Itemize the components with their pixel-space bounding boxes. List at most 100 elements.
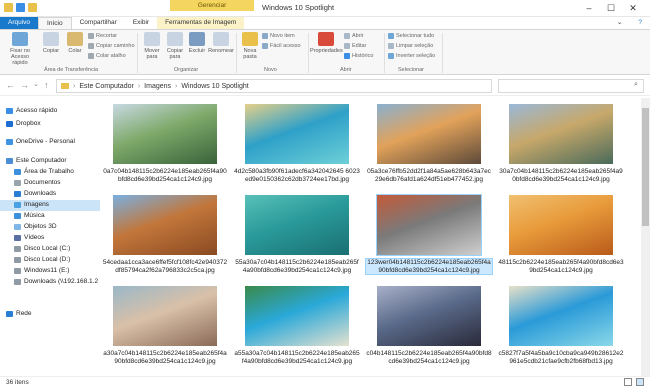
group-label-select: Selecionar	[398, 67, 424, 73]
copy-path-button[interactable]: Copiar caminho	[88, 43, 135, 49]
nav-item-label: Rede	[16, 310, 32, 317]
up-icon[interactable]: ↑	[44, 79, 49, 91]
nav-item[interactable]: Windows11 (E:)	[0, 266, 100, 277]
minimize-icon[interactable]: –	[582, 2, 596, 14]
chevron-down-icon[interactable]: ⌄	[609, 17, 630, 29]
file-thumbnail[interactable]	[113, 286, 217, 346]
nav-item[interactable]: Acesso rápido	[0, 106, 100, 117]
nav-item[interactable]: Disco Local (C:)	[0, 244, 100, 255]
nav-item-icon	[6, 158, 13, 165]
nav-item[interactable]: Vídeos	[0, 233, 100, 244]
nav-item-label: Objetos 3D	[24, 223, 57, 230]
close-icon[interactable]: ✕	[626, 2, 640, 14]
address-bar[interactable]: › Este Computador › Imagens › Windows 10…	[56, 79, 492, 93]
group-label-new: Novo	[264, 67, 277, 73]
tab-share[interactable]: Compartilhar	[72, 17, 125, 29]
breadcrumb-pictures[interactable]: Imagens	[144, 83, 171, 90]
open-button[interactable]: Abrir	[344, 33, 364, 39]
nav-item[interactable]: Área de Trabalho	[0, 167, 100, 178]
nav-item-label: Downloads	[24, 190, 57, 197]
file-name[interactable]: c5827f7a5f4a5ba9c10cba9ca949b28612e2961e…	[498, 350, 624, 365]
contextual-tab-manage[interactable]: Gerenciar	[170, 0, 254, 11]
breadcrumb-spotlight[interactable]: Windows 10 Spotlight	[181, 83, 248, 90]
maximize-icon[interactable]: ☐	[604, 2, 618, 14]
rename-button[interactable]: Renomear	[208, 32, 234, 54]
nav-item[interactable]: Objetos 3D	[0, 222, 100, 233]
file-thumbnail[interactable]	[509, 286, 613, 346]
nav-item[interactable]: Downloads (\\192.168.1.2	[0, 277, 100, 288]
nav-item[interactable]: Este Computador	[0, 156, 100, 167]
file-thumbnail[interactable]	[245, 104, 349, 164]
nav-item-icon	[6, 311, 13, 318]
paste-shortcut-button[interactable]: Colar atalho	[88, 53, 126, 59]
properties-icon[interactable]	[16, 3, 25, 12]
file-thumbnail[interactable]	[245, 195, 349, 255]
file-name[interactable]: c04b148115c2b6224e185eab265f4a90bfd8cd6e…	[366, 350, 492, 365]
properties-button[interactable]: Propriedades	[310, 32, 343, 54]
file-name[interactable]: a30a7c04b148115c2b6224e185eab265f4a90bfd…	[102, 350, 228, 365]
nav-item[interactable]: OneDrive - Personal	[0, 137, 100, 148]
details-view-icon[interactable]	[624, 378, 632, 386]
nav-item[interactable]: Imagens	[0, 200, 100, 211]
copy-icon	[43, 32, 59, 46]
file-name[interactable]: 30a7c04b148115c2b6224e185eab265f4a90bfd8…	[498, 168, 624, 183]
nav-item[interactable]: Dropbox	[0, 119, 100, 130]
recent-locations-icon[interactable]: ⌄	[33, 79, 39, 91]
history-button[interactable]: Histórico	[344, 53, 373, 59]
invert-selection-button[interactable]: Inverter seleção	[388, 53, 435, 59]
tab-view[interactable]: Exibir	[125, 17, 157, 29]
tab-file[interactable]: Arquivo	[0, 17, 39, 29]
file-thumbnail[interactable]	[376, 194, 482, 256]
edit-button[interactable]: Editar	[344, 43, 366, 49]
nav-item[interactable]: Música	[0, 211, 100, 222]
nav-item-icon	[14, 180, 21, 187]
paste-icon	[67, 32, 83, 46]
forward-icon[interactable]: →	[20, 79, 29, 91]
select-none-button[interactable]: Limpar seleção	[388, 43, 433, 49]
file-thumbnail[interactable]	[509, 104, 613, 164]
file-thumbnail[interactable]	[377, 104, 481, 164]
copy-button[interactable]: Copiar	[40, 32, 62, 54]
nav-item[interactable]: Rede	[0, 309, 100, 320]
file-name[interactable]: 54cedaa1cca3ace6ffef5fcf108fc42e940372df…	[102, 259, 228, 274]
search-input[interactable]: ⌕	[498, 79, 644, 93]
scrollbar-thumb[interactable]	[642, 108, 649, 226]
paste-button[interactable]: Colar	[64, 32, 86, 54]
file-name[interactable]: 4d2c580a3fb90f61adecf6a342042645 6023ed9…	[234, 168, 360, 183]
nav-item[interactable]: Downloads	[0, 189, 100, 200]
file-name[interactable]: a55a30a7c04b148115c2b6224e185eab265f4a90…	[234, 350, 360, 365]
nav-item-icon	[14, 257, 21, 264]
file-name[interactable]: 123wer04b148115c2b6224e185eab265f4a90bfd…	[365, 258, 493, 275]
file-thumbnail[interactable]	[245, 286, 349, 346]
back-icon[interactable]: ←	[6, 79, 15, 91]
tab-picture-tools[interactable]: Ferramentas de Imagem	[157, 17, 245, 29]
select-all-button[interactable]: Selecionar tudo	[388, 33, 434, 39]
divider	[442, 33, 443, 73]
nav-item[interactable]: Disco Local (D:)	[0, 255, 100, 266]
file-name[interactable]: 05a3ce76ffb52dd2f1a84a5ae628b643a7ec29e6…	[366, 168, 492, 183]
invert-selection-icon	[388, 53, 394, 59]
copy-to-button[interactable]: Copiar para	[163, 32, 187, 60]
file-thumbnail[interactable]	[509, 195, 613, 255]
easy-access-button[interactable]: Fácil acesso	[262, 43, 301, 49]
move-to-button[interactable]: Mover para	[140, 32, 164, 60]
file-thumbnail[interactable]	[113, 195, 217, 255]
copy-to-icon	[167, 32, 183, 46]
large-icons-view-icon[interactable]	[636, 378, 644, 386]
file-name[interactable]: 55a30a7c04b148115c2b6224e185eab265f4a90b…	[234, 259, 360, 274]
delete-button[interactable]: Excluir	[186, 32, 208, 54]
folder-icon[interactable]	[4, 3, 13, 12]
help-icon[interactable]: ?	[630, 17, 650, 29]
new-folder-icon[interactable]	[28, 3, 37, 12]
pin-quick-access-button[interactable]: Fixar no Acesso rápido	[4, 32, 36, 66]
breadcrumb-this-pc[interactable]: Este Computador	[79, 83, 133, 90]
tab-home[interactable]: Início	[38, 17, 72, 29]
new-item-button[interactable]: Novo item	[262, 33, 295, 39]
file-name[interactable]: 0a7c04b148115c2b6224e185eab265f4a90bfd8c…	[102, 168, 228, 183]
cut-button[interactable]: Recortar	[88, 33, 117, 39]
new-folder-button[interactable]: Nova pasta	[240, 32, 260, 60]
file-thumbnail[interactable]	[113, 104, 217, 164]
nav-item[interactable]: Documentos	[0, 178, 100, 189]
file-thumbnail[interactable]	[377, 286, 481, 346]
file-name[interactable]: 48115c2b6224e185eab265f4a90bfd8cd6e39bd2…	[498, 259, 624, 274]
